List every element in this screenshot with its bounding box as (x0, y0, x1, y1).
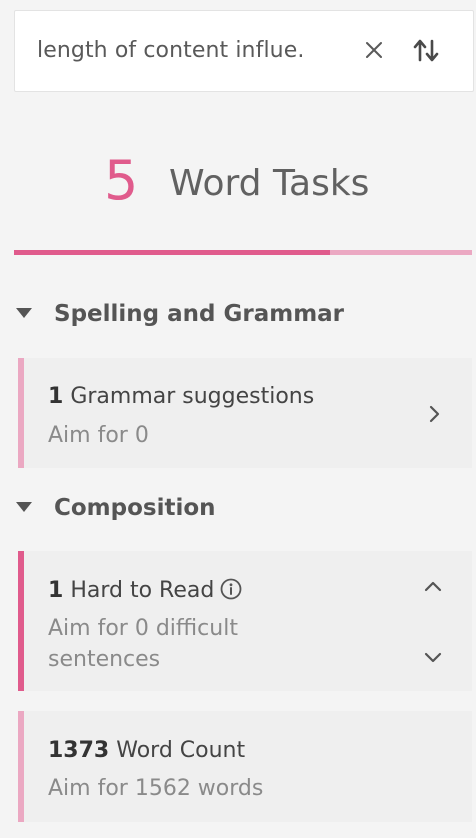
card-accent (18, 358, 24, 468)
caret-down-icon (16, 502, 32, 512)
task-card-word-count[interactable]: 1373 Word Count Aim for 1562 words (18, 711, 472, 822)
caret-down-icon (16, 308, 32, 318)
card-value: 1373 (48, 738, 110, 763)
card-label: Hard to Read (70, 578, 215, 603)
card-label: Word Count (116, 738, 246, 763)
card-accent (18, 551, 24, 691)
card-value: 1 (48, 384, 64, 409)
info-icon[interactable] (220, 578, 242, 600)
card-aim: Aim for 0 (48, 423, 149, 448)
search-query-text[interactable]: length of content influe. (37, 38, 304, 63)
section-title: Spelling and Grammar (54, 301, 345, 327)
task-card-grammar-suggestions[interactable]: 1 Grammar suggestions Aim for 0 (18, 358, 472, 468)
tasks-progress-bar (14, 250, 472, 255)
card-accent (18, 711, 24, 822)
section-spelling-grammar[interactable]: Spelling and Grammar (14, 295, 454, 335)
card-headline: 1373 Word Count (48, 738, 245, 763)
swap-arrows-icon[interactable] (410, 33, 442, 67)
section-title: Composition (54, 495, 216, 521)
section-composition[interactable]: Composition (14, 489, 454, 529)
card-aim: Aim for 1562 words (48, 776, 264, 801)
card-value: 1 (48, 578, 64, 603)
card-headline: 1 Hard to Read (48, 578, 242, 603)
chevron-down-icon[interactable] (421, 645, 445, 669)
close-icon[interactable] (359, 35, 389, 65)
chevron-up-icon[interactable] (421, 575, 445, 599)
tasks-count: 5 (104, 149, 139, 212)
task-card-hard-to-read[interactable]: 1 Hard to Read Aim for 0 difficult sente… (18, 551, 472, 691)
chevron-right-icon[interactable] (422, 402, 446, 426)
tasks-progress-fill (14, 250, 331, 255)
tasks-label: Word Tasks (169, 163, 370, 204)
search-box[interactable]: length of content influe. (14, 10, 474, 92)
card-aim: Aim for 0 difficult sentences (48, 616, 238, 672)
card-label: Grammar suggestions (70, 384, 315, 409)
card-headline: 1 Grammar suggestions (48, 384, 314, 409)
tasks-summary: 5 Word Tasks (0, 140, 476, 230)
